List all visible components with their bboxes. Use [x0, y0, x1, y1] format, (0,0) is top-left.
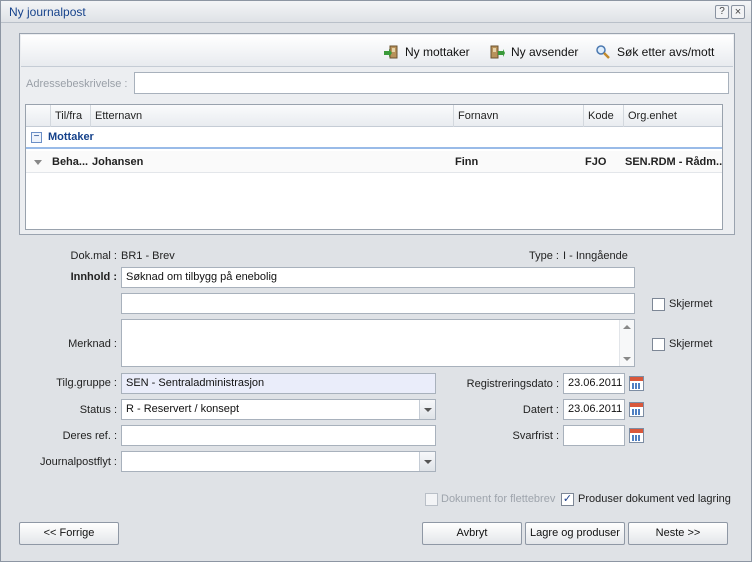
- tilg-gruppe-label: Tilg.gruppe :: [56, 377, 117, 389]
- cell-etternavn: Johansen: [92, 156, 144, 168]
- dokmal-label: Dok.mal :: [70, 250, 117, 262]
- scroll-down-icon[interactable]: [623, 357, 631, 361]
- new-recipient-label: Ny mottaker: [405, 45, 470, 59]
- next-button[interactable]: Neste >>: [628, 522, 728, 545]
- chevron-down-icon[interactable]: [419, 452, 435, 471]
- address-description-input[interactable]: [134, 72, 729, 94]
- new-sender-icon: [490, 45, 505, 59]
- registreringsdato-input[interactable]: 23.06.2011: [563, 373, 625, 394]
- produser-label: Produser dokument ved lagring: [578, 493, 731, 505]
- titlebar[interactable]: Ny journalpost ? ×: [1, 1, 751, 23]
- help-icon[interactable]: ?: [715, 5, 729, 19]
- datert-label: Datert :: [522, 404, 559, 416]
- merknad-scrollbar[interactable]: [619, 320, 634, 366]
- column-header-tilfra[interactable]: Til/fra: [50, 105, 90, 127]
- datert-calendar-icon[interactable]: [629, 402, 644, 417]
- group-label: Mottaker: [48, 131, 94, 143]
- dokmal-value: BR1 - Brev: [121, 250, 175, 262]
- column-header-org-enhet[interactable]: Org.enhet: [623, 105, 722, 127]
- status-select[interactable]: R - Reservert / konsept: [121, 399, 436, 420]
- recipient-grid: Til/fra Etternavn Fornavn Kode Org.enhet…: [25, 104, 723, 230]
- grid-header: Til/fra Etternavn Fornavn Kode Org.enhet: [26, 105, 722, 127]
- merknad-textarea[interactable]: [121, 319, 635, 367]
- group-row-mottaker[interactable]: − Mottaker: [26, 127, 722, 149]
- cell-fornavn: Finn: [455, 156, 479, 168]
- cancel-button[interactable]: Avbryt: [422, 522, 522, 545]
- cell-tilfra: Beha...: [52, 156, 88, 168]
- flettebrev-label: Dokument for flettebrev: [441, 493, 556, 505]
- merknad-label: Merknad :: [68, 338, 117, 350]
- search-sender-recipient-label: Søk etter avs/mott: [617, 45, 715, 59]
- status-label: Status :: [79, 404, 117, 416]
- type-value: I - Inngående: [563, 250, 628, 262]
- deres-ref-input[interactable]: [121, 425, 436, 446]
- close-icon[interactable]: ×: [731, 5, 745, 19]
- innhold-input[interactable]: Søknad om tilbygg på enebolig: [121, 267, 635, 288]
- type-label: Type :: [529, 250, 559, 262]
- previous-button[interactable]: << Forrige: [19, 522, 119, 545]
- skjermet-label-1: Skjermet: [669, 298, 713, 310]
- search-sender-recipient-button[interactable]: Søk etter avs/mott: [595, 43, 714, 61]
- row-expander-icon[interactable]: [34, 160, 42, 165]
- column-header-etternavn[interactable]: Etternavn: [90, 105, 453, 127]
- scroll-up-icon[interactable]: [623, 325, 631, 329]
- registreringsdato-label: Registreringsdato :: [466, 378, 559, 390]
- grid-header-marker: [26, 105, 50, 127]
- innhold-secondary-input[interactable]: [121, 293, 635, 314]
- table-row[interactable]: Beha... Johansen Finn FJO SEN.RDM - Rådm…: [26, 151, 723, 173]
- address-description-label: Adressebeskrivelse :: [26, 78, 128, 90]
- flettebrev-checkbox: [425, 493, 438, 506]
- innhold-label: Innhold :: [70, 271, 117, 283]
- deres-ref-label: Deres ref. :: [62, 430, 117, 442]
- new-recipient-button[interactable]: Ny mottaker: [383, 43, 470, 61]
- tilg-gruppe-input[interactable]: SEN - Sentraladministrasjon: [121, 373, 436, 394]
- chevron-down-icon[interactable]: [419, 400, 435, 419]
- column-header-kode[interactable]: Kode: [583, 105, 623, 127]
- datert-input[interactable]: 23.06.2011: [563, 399, 625, 420]
- svarfrist-calendar-icon[interactable]: [629, 428, 644, 443]
- svarfrist-input[interactable]: [563, 425, 625, 446]
- cell-org-enhet: SEN.RDM - Rådm...: [625, 156, 723, 168]
- collapse-icon[interactable]: −: [31, 132, 42, 143]
- recipient-toolbar: Ny mottaker Ny avsender Søk etter avs/mo…: [21, 35, 733, 67]
- new-sender-button[interactable]: Ny avsender: [489, 43, 578, 61]
- skjermet-checkbox-1[interactable]: [652, 298, 665, 311]
- new-sender-label: Ny avsender: [511, 45, 579, 59]
- save-and-produce-button[interactable]: Lagre og produser: [525, 522, 625, 545]
- produser-checkbox[interactable]: ✓: [561, 493, 574, 506]
- new-recipient-icon: [384, 45, 398, 59]
- recipient-panel: Ny mottaker Ny avsender Søk etter avs/mo…: [19, 33, 735, 235]
- skjermet-label-2: Skjermet: [669, 338, 713, 350]
- skjermet-checkbox-2[interactable]: [652, 338, 665, 351]
- journalpostflyt-select[interactable]: [121, 451, 436, 472]
- search-icon: [596, 45, 610, 59]
- dialog-title: Ny journalpost: [9, 5, 86, 19]
- svarfrist-label: Svarfrist :: [512, 430, 559, 442]
- cell-kode: FJO: [585, 156, 607, 168]
- registreringsdato-calendar-icon[interactable]: [629, 376, 644, 391]
- new-journal-post-dialog: Ny journalpost ? × Ny mottaker Ny avsend…: [0, 0, 752, 562]
- status-value: R - Reservert / konsept: [126, 403, 240, 415]
- journalpostflyt-label: Journalpostflyt :: [39, 456, 117, 468]
- column-header-fornavn[interactable]: Fornavn: [453, 105, 583, 127]
